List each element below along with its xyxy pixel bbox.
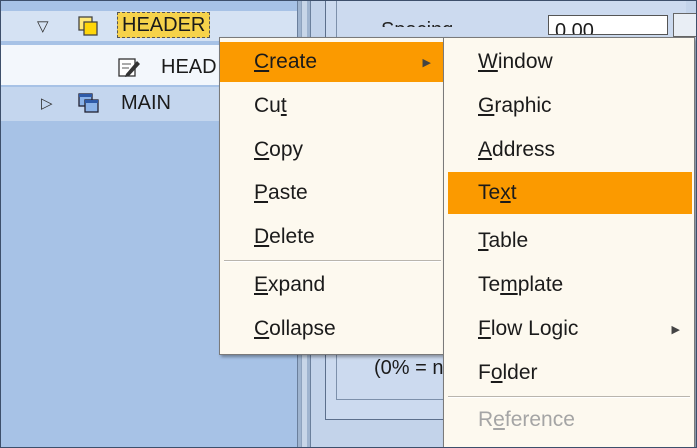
submenu-item-template[interactable]: Template: [444, 265, 694, 305]
menu-separator: [448, 396, 690, 398]
menu-item-collapse[interactable]: Collapse: [220, 309, 445, 349]
submenu-arrow-icon: ▶: [422, 57, 431, 69]
unit-select[interactable]: [673, 13, 696, 37]
menu-item-label: Flow Logic: [478, 317, 579, 340]
menu-item-label: Window: [478, 50, 553, 73]
app-frame: ▽ HEADER HEAD ▷ MAIN Spacing 0.00: [0, 0, 697, 448]
spacing-label: Spacing: [381, 15, 453, 27]
expand-triangle-icon[interactable]: ▷: [41, 94, 53, 112]
submenu-arrow-icon: ▶: [671, 324, 680, 336]
tree-label-header[interactable]: HEADER: [117, 12, 211, 38]
menu-item-label: Folder: [478, 361, 538, 384]
menu-item-delete[interactable]: Delete: [220, 217, 445, 257]
spacing-input[interactable]: 0.00: [548, 15, 668, 35]
menu-item-label: Collapse: [254, 317, 336, 340]
submenu-item-address[interactable]: Address: [444, 130, 694, 170]
menu-item-cut[interactable]: Cut: [220, 86, 445, 126]
collapse-triangle-icon[interactable]: ▽: [37, 17, 49, 35]
menu-separator: [224, 260, 441, 262]
folder-icon: [77, 15, 99, 37]
menu-item-label: Table: [478, 229, 529, 252]
submenu-item-reference: Reference: [444, 400, 694, 440]
tree-label-head[interactable]: HEAD: [161, 56, 217, 79]
create-submenu: Window Graphic Address Text Table Templa…: [443, 37, 695, 447]
menu-item-label: Create: [254, 50, 318, 73]
menu-item-expand[interactable]: Expand: [220, 265, 445, 305]
menu-item-label: Expand: [254, 273, 326, 296]
menu-item-label: Paste: [254, 181, 308, 204]
menu-item-copy[interactable]: Copy: [220, 130, 445, 170]
menu-item-label: Address: [478, 138, 556, 161]
submenu-item-text[interactable]: Text: [448, 172, 692, 214]
menu-item-label: Cut: [254, 94, 287, 117]
menu-item-label: Graphic: [478, 94, 552, 117]
menu-item-label: Copy: [254, 138, 304, 161]
tree-label-main[interactable]: MAIN: [121, 92, 171, 115]
percent-note: (0% = n: [374, 357, 444, 379]
menu-item-paste[interactable]: Paste: [220, 173, 445, 213]
submenu-item-folder[interactable]: Folder: [444, 353, 694, 393]
context-menu: Create ▶ Cut Copy Paste Delete Expand Co…: [219, 37, 446, 355]
submenu-item-flow-logic[interactable]: Flow Logic ▶: [444, 309, 694, 349]
menu-item-label: Template: [478, 273, 564, 296]
text-edit-icon: [117, 55, 140, 77]
submenu-item-window[interactable]: Window: [444, 42, 694, 82]
menu-item-create[interactable]: Create ▶: [220, 42, 445, 82]
window-icon: [77, 92, 99, 114]
menu-item-label: Text: [478, 181, 517, 204]
menu-item-label: Reference: [478, 408, 575, 431]
submenu-item-table[interactable]: Table: [444, 221, 694, 261]
spacing-value: 0.00: [555, 20, 594, 35]
submenu-item-graphic[interactable]: Graphic: [444, 86, 694, 126]
menu-item-label: Delete: [254, 225, 315, 248]
